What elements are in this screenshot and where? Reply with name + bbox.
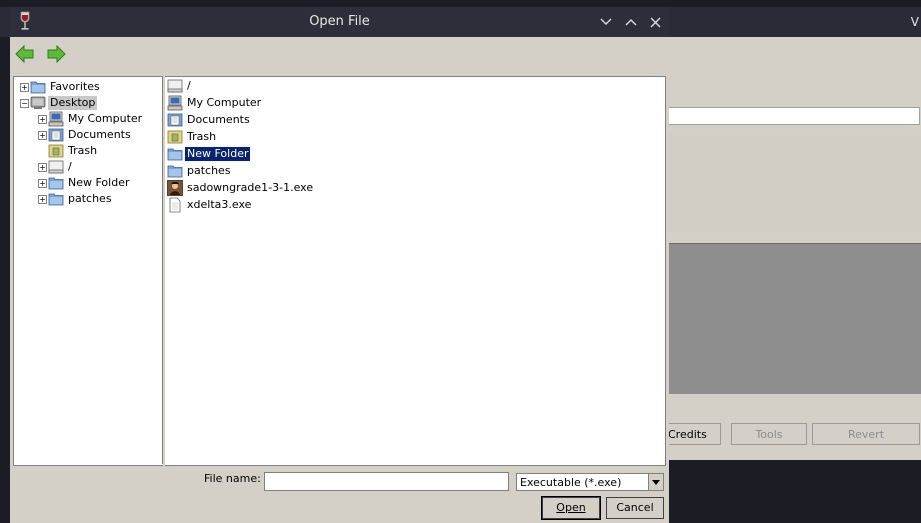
cancel-button[interactable]: Cancel: [606, 497, 664, 519]
forward-button[interactable]: [44, 43, 68, 65]
expand-icon[interactable]: +: [38, 115, 47, 124]
open-button-label: Open: [556, 501, 586, 514]
folder-icon: [48, 175, 64, 191]
expand-icon[interactable]: +: [38, 179, 47, 188]
tree-item[interactable]: patches: [48, 191, 114, 207]
dialog-titlebar[interactable]: Open File: [10, 7, 669, 37]
trash-icon: [48, 143, 64, 159]
file-icon: [167, 197, 183, 213]
dropdown-arrow-icon[interactable]: [648, 474, 663, 490]
filetype-value: Executable (*.exe): [520, 476, 622, 489]
file-list-item-label: sadowngrade1-3-1.exe: [187, 181, 314, 194]
file-list-item[interactable]: /: [167, 78, 193, 94]
tree-item-label: Trash: [68, 144, 98, 157]
desktop-icon: [30, 95, 46, 111]
exe-app-icon: [167, 180, 183, 196]
tree-item[interactable]: Trash: [48, 143, 99, 159]
drive-icon: [167, 78, 183, 94]
arrow-left-icon: [15, 45, 34, 63]
background-preview-area: [660, 243, 921, 394]
computer-icon: [48, 111, 64, 127]
tree-item-label: patches: [68, 192, 112, 205]
trash-icon: [167, 129, 183, 145]
file-list-item[interactable]: xdelta3.exe: [167, 197, 253, 213]
close-icon[interactable]: [645, 12, 665, 32]
background-panel: [660, 133, 921, 233]
dialog-toolbar: [10, 37, 669, 75]
credits-button[interactable]: Credits: [660, 423, 721, 445]
file-list-item[interactable]: Documents: [167, 112, 252, 128]
file-list-item-label: Trash: [187, 130, 217, 143]
expand-icon[interactable]: +: [38, 195, 47, 204]
open-button[interactable]: Open: [541, 496, 601, 520]
tree-item-label: /: [68, 160, 72, 173]
file-list-item[interactable]: Trash: [167, 129, 218, 145]
drive-icon: [48, 159, 64, 175]
file-list-item[interactable]: sadowngrade1-3-1.exe: [167, 180, 315, 196]
folder-icon: [48, 191, 64, 207]
file-list[interactable]: / My Computer Documents Trash New Folder patc…: [165, 76, 666, 466]
filename-input[interactable]: [264, 472, 509, 491]
background-title: V: [910, 15, 919, 29]
tree-item[interactable]: Favorites: [30, 79, 102, 95]
tree-item-label: Documents: [68, 128, 131, 141]
filename-label: File name:: [204, 472, 261, 485]
file-list-item[interactable]: New Folder: [167, 146, 252, 162]
tree-item-label: Desktop: [48, 96, 98, 110]
folder-icon: [167, 146, 183, 162]
folder-tree[interactable]: + Favorites − Desktop + My Computer + Documents…: [13, 76, 163, 466]
file-list-item-label: New Folder: [183, 146, 252, 162]
tree-item[interactable]: New Folder: [48, 175, 131, 191]
tree-item[interactable]: My Computer: [48, 111, 144, 127]
chevron-down-icon[interactable]: [596, 12, 616, 32]
tree-item-label: My Computer: [68, 112, 143, 125]
folder-icon: [167, 163, 183, 179]
tree-item[interactable]: /: [48, 159, 74, 175]
tree-item-label: New Folder: [68, 176, 130, 189]
documents-icon: [167, 112, 183, 128]
computer-icon: [167, 95, 183, 111]
back-button[interactable]: [13, 43, 37, 65]
background-body: Credits Tools Revert: [660, 37, 921, 460]
file-list-item-label: My Computer: [187, 96, 262, 109]
tree-item[interactable]: Desktop: [30, 95, 98, 111]
file-list-item-label: patches: [187, 164, 231, 177]
tree-item[interactable]: Documents: [48, 127, 133, 143]
revert-button[interactable]: Revert: [812, 423, 920, 445]
tools-button[interactable]: Tools: [731, 423, 807, 445]
file-list-item-label: xdelta3.exe: [187, 198, 252, 211]
file-list-item[interactable]: patches: [167, 163, 233, 179]
expand-icon[interactable]: +: [38, 163, 47, 172]
chevron-up-icon[interactable]: [621, 12, 641, 32]
tree-item-label: Favorites: [50, 80, 100, 93]
expand-icon[interactable]: +: [38, 131, 47, 140]
file-list-item-label: Documents: [187, 113, 250, 126]
file-list-item[interactable]: My Computer: [167, 95, 263, 111]
dialog-title: Open File: [309, 14, 370, 29]
folder-icon: [30, 79, 46, 95]
collapse-icon[interactable]: −: [20, 99, 29, 108]
documents-icon: [48, 127, 64, 143]
arrow-right-icon: [47, 45, 66, 63]
open-file-dialog: Open File + Favorites − Desktop + My Computer…: [10, 7, 669, 523]
expand-icon[interactable]: +: [20, 83, 29, 92]
background-input[interactable]: [660, 107, 920, 125]
file-list-item-label: /: [187, 79, 191, 92]
filetype-select[interactable]: Executable (*.exe): [516, 473, 664, 491]
